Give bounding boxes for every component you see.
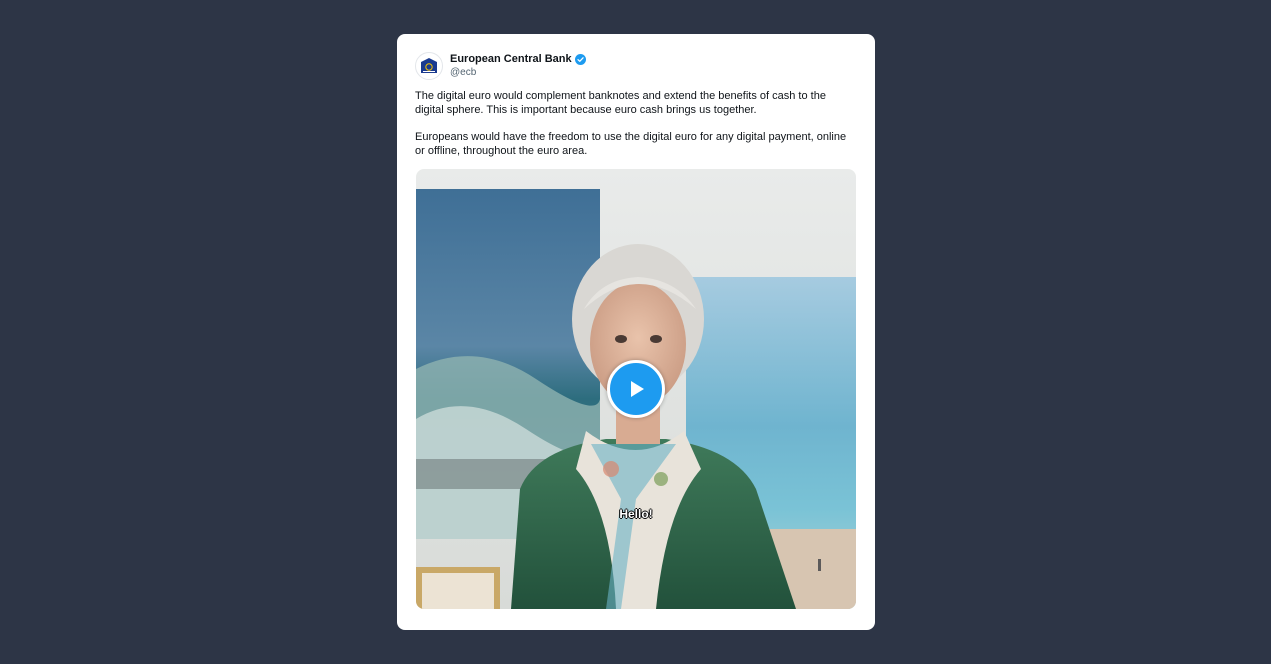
author-names: European Central Bank @ecb	[450, 53, 586, 80]
tweet-text: The digital euro would complement bankno…	[415, 90, 855, 159]
tweet-paragraph-2: Europeans would have the freedom to use …	[415, 131, 847, 157]
author-name-row: European Central Bank	[450, 53, 586, 66]
author-name[interactable]: European Central Bank	[450, 53, 572, 66]
ecb-logo-icon	[421, 58, 437, 73]
video-player[interactable]: Hello!	[416, 169, 856, 609]
video-caption: Hello!	[619, 507, 653, 521]
tweet-paragraph-1: The digital euro would complement bankno…	[415, 90, 826, 116]
play-icon	[631, 381, 644, 397]
author-handle[interactable]: @ecb	[450, 66, 586, 80]
avatar[interactable]	[415, 52, 443, 80]
tweet-card: European Central Bank @ecb The digital e…	[397, 34, 875, 630]
tweet-header: European Central Bank @ecb	[415, 52, 586, 80]
play-button[interactable]	[607, 360, 665, 418]
verified-badge-icon	[574, 53, 586, 65]
